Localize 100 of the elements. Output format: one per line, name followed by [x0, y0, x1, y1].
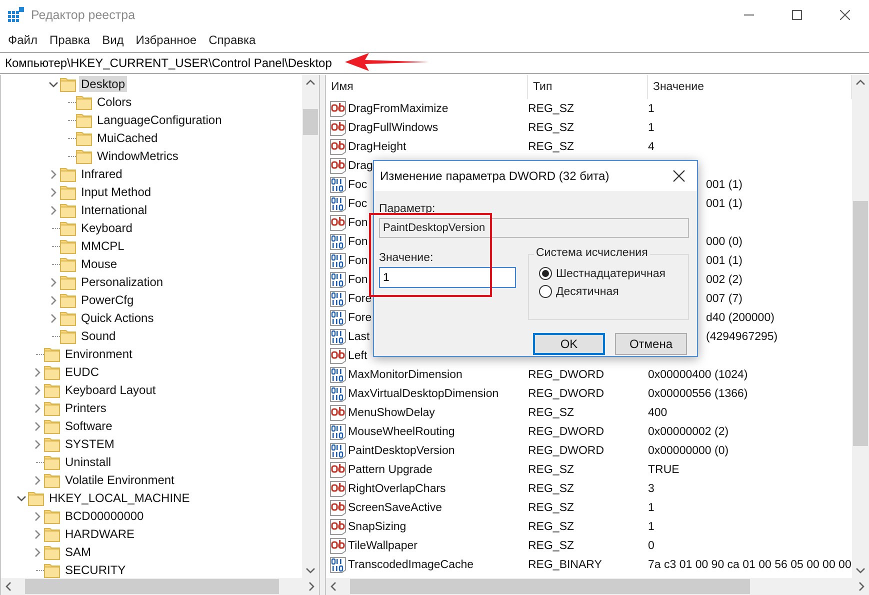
- expanded-chevron-icon[interactable]: [16, 494, 26, 502]
- value-name[interactable]: MenuShowDelay: [348, 406, 435, 418]
- tree-item[interactable]: Colors: [1, 93, 302, 111]
- menu-item[interactable]: Справка: [202, 33, 262, 47]
- tree-item[interactable]: EUDC: [1, 363, 302, 381]
- value-name[interactable]: Fon: [348, 236, 368, 248]
- tree-item[interactable]: Volatile Environment: [1, 471, 302, 489]
- input-field[interactable]: 1: [379, 267, 516, 288]
- menu-item[interactable]: Правка: [44, 33, 96, 47]
- scroll-left-icon[interactable]: [330, 582, 336, 591]
- tree-item[interactable]: Personalization: [1, 273, 302, 291]
- value-name[interactable]: Fore: [348, 292, 372, 304]
- scroll-up-icon[interactable]: [306, 79, 315, 85]
- value-name[interactable]: Pattern Upgrade: [348, 464, 432, 476]
- scroll-left-icon[interactable]: [5, 582, 11, 591]
- value-name[interactable]: PaintDesktopVersion: [348, 444, 455, 456]
- value-name[interactable]: MaxMonitorDimension: [348, 368, 462, 380]
- tree-item[interactable]: SECURITY: [1, 561, 302, 578]
- tree-item[interactable]: MuiCached: [1, 129, 302, 147]
- tree-item[interactable]: Uninstall: [1, 453, 302, 471]
- tree-item-label: SYSTEM: [64, 436, 116, 452]
- tree-item[interactable]: Printers: [1, 399, 302, 417]
- tree-item[interactable]: International: [1, 201, 302, 219]
- tree-item[interactable]: SYSTEM: [1, 435, 302, 453]
- scroll-right-icon[interactable]: [309, 582, 315, 591]
- scroll-down-icon[interactable]: [856, 568, 865, 574]
- tree-item[interactable]: HARDWARE: [1, 525, 302, 543]
- text-value-icon: [330, 138, 346, 154]
- column-header[interactable]: Имя: [326, 75, 528, 99]
- scrollbar-thumb[interactable]: [25, 579, 279, 594]
- tree-item[interactable]: Software: [1, 417, 302, 435]
- value-name[interactable]: DragFromMaximize: [348, 102, 448, 114]
- expanded-chevron-icon[interactable]: [48, 80, 58, 88]
- value-name[interactable]: Last: [348, 330, 370, 342]
- tree-item[interactable]: PowerCfg: [1, 291, 302, 309]
- collapsed-chevron-icon[interactable]: [32, 476, 42, 484]
- scrollbar-thumb[interactable]: [303, 109, 318, 135]
- radio-button[interactable]: [539, 285, 552, 298]
- value-name[interactable]: TranscodedImageCache: [348, 558, 474, 570]
- value-name[interactable]: Fon: [348, 216, 368, 228]
- value-name[interactable]: DragFullWindows: [348, 122, 438, 134]
- value-name[interactable]: Left: [348, 350, 368, 362]
- radio-button[interactable]: [539, 267, 552, 280]
- horizontal-scrollbar[interactable]: [1, 578, 319, 595]
- cancel-button[interactable]: Отмена: [615, 333, 687, 355]
- ok-button[interactable]: OK: [533, 333, 605, 355]
- scrollbar-thumb[interactable]: [350, 579, 750, 594]
- scroll-down-icon[interactable]: [306, 568, 315, 574]
- vertical-scrollbar[interactable]: [302, 75, 319, 578]
- close-icon: [840, 10, 850, 20]
- tree-item-label: International: [80, 202, 148, 218]
- input-field[interactable]: PaintDesktopVersion: [379, 218, 689, 238]
- horizontal-scrollbar[interactable]: [326, 578, 869, 595]
- menu-item[interactable]: Файл: [2, 33, 44, 47]
- address-field[interactable]: Компьютер\HKEY_CURRENT_USER\Control Panel\Desktop: [0, 52, 869, 74]
- value-name[interactable]: MouseWheelRouting: [348, 426, 455, 438]
- tree-item[interactable]: Mouse: [1, 255, 302, 273]
- value-name[interactable]: Foc: [348, 178, 368, 190]
- value-data: 0x00000002 (2): [648, 426, 729, 438]
- tree-item[interactable]: Sound: [1, 327, 302, 345]
- menu-item[interactable]: Вид: [96, 33, 130, 47]
- value-type: REG_SZ: [528, 520, 574, 532]
- value-name[interactable]: Fon: [348, 274, 368, 286]
- tree-item[interactable]: Keyboard: [1, 219, 302, 237]
- value-name[interactable]: ScreenSaveActive: [348, 502, 442, 514]
- scrollbar-thumb[interactable]: [853, 201, 868, 446]
- tree-item[interactable]: Quick Actions: [1, 309, 302, 327]
- tree-item[interactable]: Infrared: [1, 165, 302, 183]
- value-name[interactable]: MaxVirtualDesktopDimension: [348, 388, 499, 400]
- value-data: 0x00000556 (1366): [648, 388, 748, 400]
- value-name[interactable]: Fore: [348, 312, 372, 324]
- value-name[interactable]: TileWallpaper: [348, 540, 418, 552]
- folder-icon: [60, 328, 76, 344]
- tree-item[interactable]: Environment: [1, 345, 302, 363]
- value-name[interactable]: SnapSizing: [348, 520, 406, 532]
- binary-value-icon: [330, 196, 346, 212]
- radio-label[interactable]: Десятичная: [556, 286, 619, 298]
- tree-item[interactable]: Input Method: [1, 183, 302, 201]
- tree-item[interactable]: HKEY_LOCAL_MACHINE: [1, 489, 302, 507]
- value-name[interactable]: Foc: [348, 198, 368, 210]
- vertical-scrollbar[interactable]: [852, 75, 869, 578]
- tree-item[interactable]: LanguageConfiguration: [1, 111, 302, 129]
- value-name[interactable]: Drag: [348, 160, 373, 172]
- value-name[interactable]: RightOverlapChars: [348, 482, 446, 494]
- scroll-right-icon[interactable]: [859, 582, 865, 591]
- tree-item[interactable]: BCD00000000: [1, 507, 302, 525]
- column-header[interactable]: Тип: [528, 75, 648, 99]
- tree-item[interactable]: Desktop: [1, 75, 302, 93]
- value-name[interactable]: DragHeight: [348, 140, 406, 152]
- radio-label[interactable]: Шестнадцатеричная: [556, 268, 666, 280]
- tree-item[interactable]: MMCPL: [1, 237, 302, 255]
- text-value-icon: [330, 158, 346, 174]
- tree-item-label: HARDWARE: [64, 526, 136, 542]
- tree-item[interactable]: Keyboard Layout: [1, 381, 302, 399]
- value-data: 7a c3 01 00 90 ca 01 00 56 05 00 00 00: [648, 558, 852, 570]
- tree-item[interactable]: SAM: [1, 543, 302, 561]
- value-name[interactable]: Fon: [348, 254, 368, 266]
- scroll-up-icon[interactable]: [856, 79, 865, 85]
- menu-item[interactable]: Избранное: [130, 33, 203, 47]
- tree-item[interactable]: WindowMetrics: [1, 147, 302, 165]
